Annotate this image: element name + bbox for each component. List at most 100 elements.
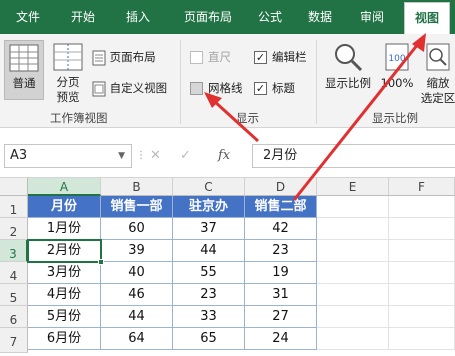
table-cell[interactable]: [389, 240, 455, 262]
custom-views-button[interactable]: 自定义视图: [92, 80, 167, 97]
drag-handle-icon[interactable]: ⋮: [136, 146, 146, 166]
row-header-5[interactable]: 5: [0, 284, 28, 306]
ruler-checkbox[interactable]: [190, 51, 203, 64]
row-header-7[interactable]: 7: [0, 328, 28, 353]
table-cell[interactable]: 5月份: [28, 306, 101, 328]
zoom-to-selection-button[interactable]: 缩放 选定区: [418, 40, 455, 112]
table-cell[interactable]: 40: [101, 262, 173, 284]
row-header-1[interactable]: 1: [0, 196, 28, 218]
table-cell[interactable]: 64: [101, 328, 173, 350]
formula-input[interactable]: 2月份: [252, 144, 455, 168]
table-cell[interactable]: [389, 262, 455, 284]
table-cell[interactable]: 19: [245, 262, 317, 284]
normal-view-icon: [9, 44, 39, 72]
tab-file[interactable]: 文件: [8, 0, 48, 34]
table-cell[interactable]: 31: [245, 284, 317, 306]
row-header-6[interactable]: 6: [0, 306, 28, 328]
table-header-cell[interactable]: 月份: [28, 196, 101, 218]
tab-home[interactable]: 开始: [63, 0, 103, 34]
table-cell[interactable]: 44: [101, 306, 173, 328]
normal-view-button[interactable]: 普通: [4, 40, 44, 100]
svg-text:100: 100: [388, 54, 405, 64]
table-cell[interactable]: 33: [173, 306, 245, 328]
ribbon-view-panel: 普通 分页 预览 页面布局 自定义视图 工作簿视图 直尺 ✓ 编辑栏 网格线 ✓…: [0, 34, 455, 128]
chevron-down-icon[interactable]: ▼: [118, 145, 125, 167]
table-cell[interactable]: 37: [173, 218, 245, 240]
page-break-label-2: 预览: [56, 90, 80, 104]
table-cell[interactable]: 27: [245, 306, 317, 328]
table-cell[interactable]: [317, 196, 389, 218]
row-header-2[interactable]: 2: [0, 218, 28, 240]
table-cell[interactable]: 23: [173, 284, 245, 306]
cancel-icon[interactable]: ✕: [150, 144, 166, 168]
formula-bar-checkbox[interactable]: ✓: [254, 51, 267, 64]
normal-view-label: 普通: [12, 76, 36, 90]
table-cell[interactable]: [389, 218, 455, 240]
gridlines-checkbox[interactable]: [190, 82, 203, 95]
table-header-cell[interactable]: 销售二部: [245, 196, 317, 218]
page-layout-label: 页面布局: [109, 50, 156, 64]
tab-view[interactable]: 视图: [404, 2, 450, 34]
table-cell[interactable]: 65: [173, 328, 245, 350]
zoom-100-label: 100%: [380, 76, 414, 90]
tab-formulas[interactable]: 公式: [250, 0, 290, 34]
tab-data[interactable]: 数据: [300, 0, 340, 34]
column-header-c[interactable]: C: [173, 178, 245, 196]
table-cell[interactable]: 46: [101, 284, 173, 306]
zoom-100-button[interactable]: 100 100%: [378, 40, 416, 100]
tab-page-layout[interactable]: 页面布局: [173, 0, 243, 34]
table-cell[interactable]: [389, 328, 455, 350]
column-header-e[interactable]: E: [317, 178, 389, 196]
table-header-cell[interactable]: 销售一部: [101, 196, 173, 218]
table-cell[interactable]: [317, 306, 389, 328]
formula-bar-label: 编辑栏: [272, 50, 307, 64]
row-header-4[interactable]: 4: [0, 262, 28, 284]
zoom-label: 显示比例: [325, 76, 371, 90]
table-cell[interactable]: [317, 284, 389, 306]
zoom-button[interactable]: 显示比例: [322, 40, 374, 100]
row-header-3[interactable]: 3: [0, 240, 28, 262]
table-cell[interactable]: [317, 262, 389, 284]
custom-views-icon: [92, 81, 106, 96]
column-header-a[interactable]: A: [28, 178, 101, 196]
show-group-label: 显示: [236, 111, 259, 125]
table-cell[interactable]: 55: [173, 262, 245, 284]
table-header-cell[interactable]: 驻京办: [173, 196, 245, 218]
magnifier-icon: [335, 44, 363, 72]
table-cell[interactable]: [317, 240, 389, 262]
table-cell[interactable]: 42: [245, 218, 317, 240]
tab-review[interactable]: 审阅: [352, 0, 392, 34]
table-cell[interactable]: 24: [245, 328, 317, 350]
table-cell[interactable]: 44: [173, 240, 245, 262]
table-cell[interactable]: [317, 328, 389, 350]
headings-checkbox[interactable]: ✓: [254, 82, 267, 95]
tab-insert[interactable]: 插入: [118, 0, 158, 34]
table-cell[interactable]: 60: [101, 218, 173, 240]
worksheet-grid[interactable]: A B C D E F 1 2 3 4 5 6 7 月份 销售一部 驻京办 销售…: [0, 178, 455, 353]
table-cell[interactable]: [389, 306, 455, 328]
ruler-label: 直尺: [208, 50, 231, 64]
table-cell[interactable]: 39: [101, 240, 173, 262]
page-break-preview-button[interactable]: 分页 预览: [48, 40, 88, 106]
page-break-icon: [53, 43, 83, 71]
table-cell[interactable]: [389, 196, 455, 218]
custom-views-label: 自定义视图: [109, 81, 168, 95]
enter-icon[interactable]: ✓: [180, 144, 196, 168]
page-layout-button[interactable]: 页面布局: [92, 49, 156, 66]
table-cell[interactable]: 6月份: [28, 328, 101, 350]
insert-function-icon[interactable]: fx: [218, 144, 242, 168]
table-cell[interactable]: [317, 218, 389, 240]
fill-handle[interactable]: [98, 259, 104, 265]
select-all-corner[interactable]: [0, 178, 28, 196]
column-header-f[interactable]: F: [389, 178, 455, 196]
workbook-views-group-label: 工作簿视图: [50, 111, 108, 125]
column-header-b[interactable]: B: [101, 178, 173, 196]
table-cell[interactable]: [389, 284, 455, 306]
table-cell[interactable]: 3月份: [28, 262, 101, 284]
zoom-selection-icon: [426, 43, 450, 71]
table-cell[interactable]: 4月份: [28, 284, 101, 306]
table-cell[interactable]: 23: [245, 240, 317, 262]
table-cell[interactable]: 1月份: [28, 218, 101, 240]
column-header-d[interactable]: D: [245, 178, 317, 196]
name-box[interactable]: A3 ▼: [4, 144, 132, 168]
